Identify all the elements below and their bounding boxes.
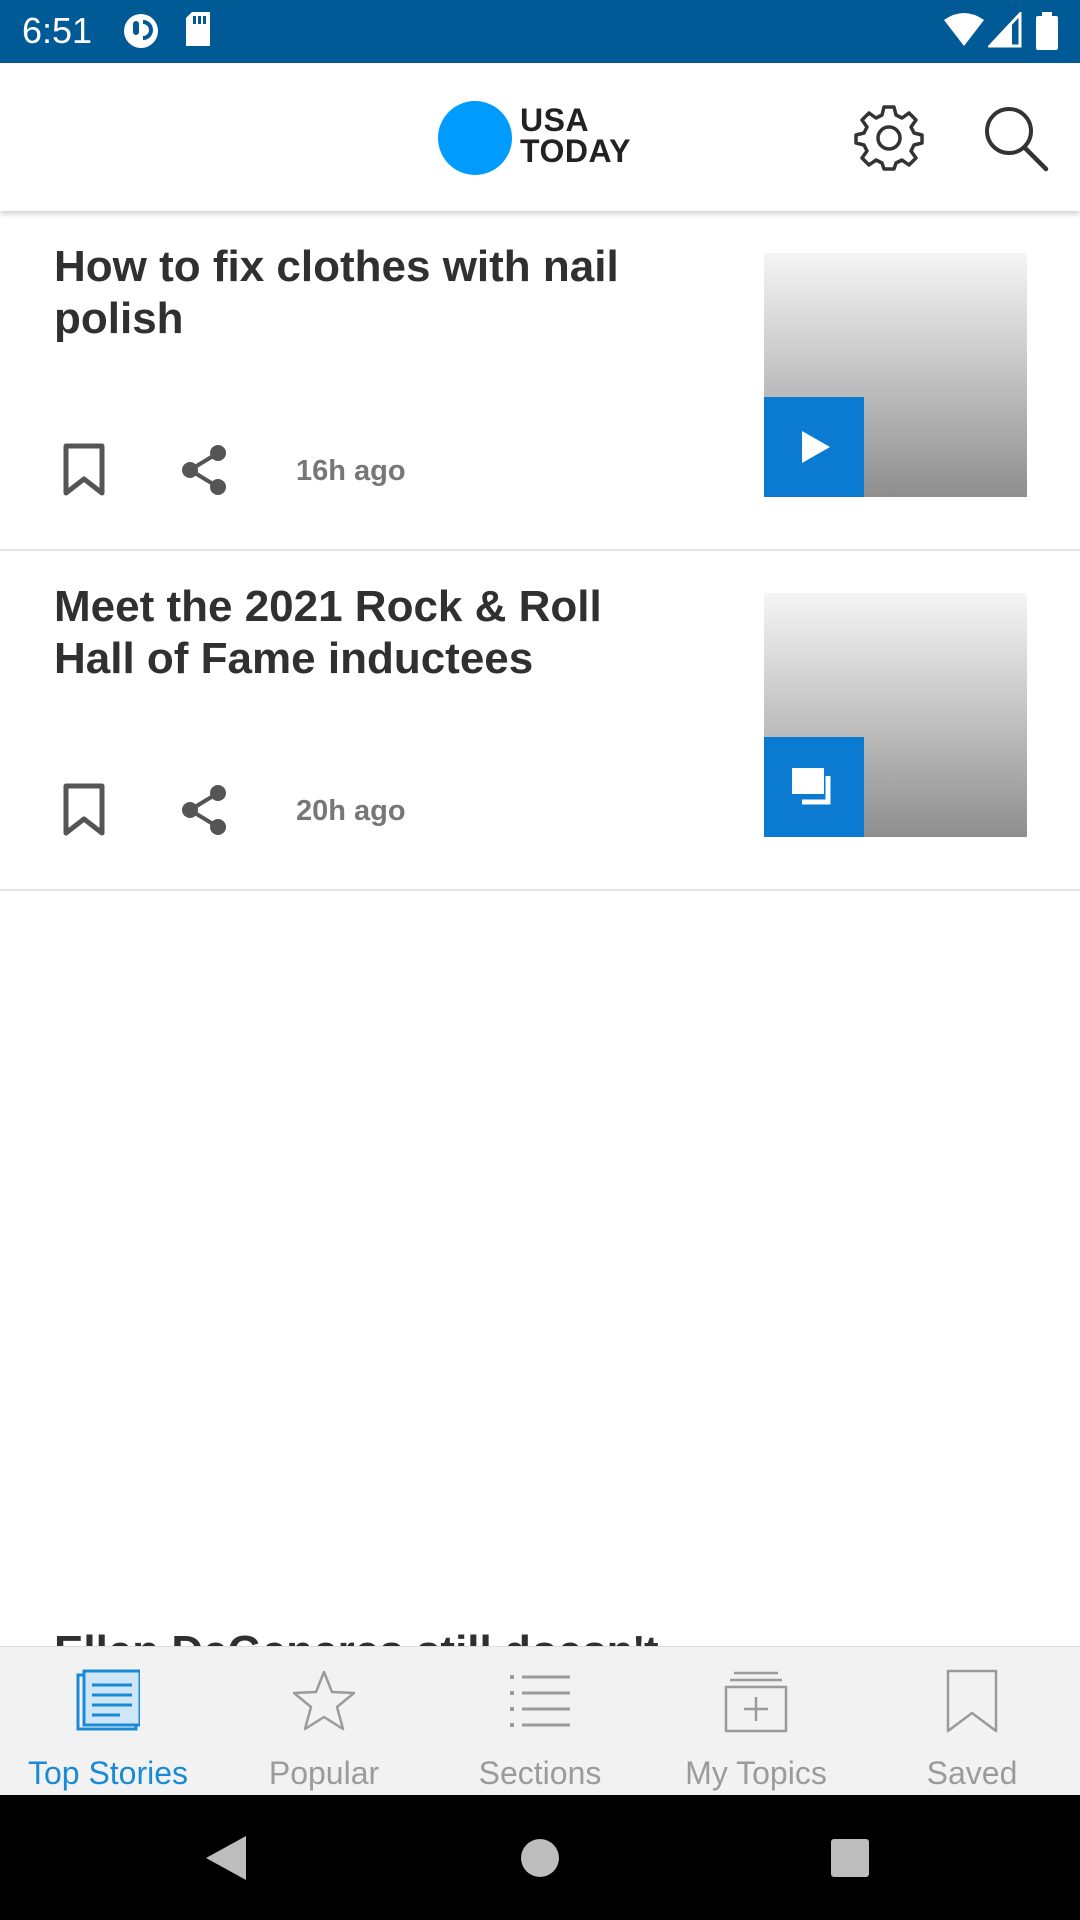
story-thumbnail[interactable] xyxy=(764,593,1027,837)
gallery-badge xyxy=(764,737,864,837)
nav-label: Top Stories xyxy=(27,1755,189,1791)
star-icon xyxy=(292,1670,356,1731)
wifi-icon xyxy=(944,13,984,46)
play-icon xyxy=(802,431,830,463)
sd-card-icon xyxy=(186,12,210,46)
story-headline[interactable]: Meet the 2021 Rock & Roll Hall of Fame i… xyxy=(54,581,694,685)
notification-app-icon xyxy=(124,14,158,48)
nav-popular[interactable]: Popular xyxy=(216,1647,432,1795)
logo-text: USA TODAY xyxy=(520,102,631,169)
newspaper-icon xyxy=(76,1669,140,1731)
list-icon xyxy=(510,1675,570,1727)
topics-icon xyxy=(724,1671,788,1733)
recents-icon[interactable] xyxy=(822,1830,878,1886)
bookmark-icon[interactable] xyxy=(62,443,106,497)
nav-label: My Topics xyxy=(685,1755,827,1791)
logo-line-1: USA xyxy=(520,102,590,138)
logo-line-2: TODAY xyxy=(520,133,631,169)
logo-dot xyxy=(438,101,512,175)
story-thumbnail[interactable] xyxy=(764,253,1027,497)
story-timestamp: 20h ago xyxy=(296,795,406,827)
system-navigation-bar xyxy=(0,1794,1080,1920)
signal-icon xyxy=(988,12,1022,48)
nav-label: Popular xyxy=(268,1755,380,1791)
bottom-navigation: Top Stories Popular Sections My Topics S… xyxy=(0,1646,1080,1795)
share-icon[interactable] xyxy=(178,783,230,837)
story-timestamp: 16h ago xyxy=(296,455,406,487)
nav-label: Sections xyxy=(478,1755,602,1791)
app-header: USA TODAY xyxy=(0,63,1080,211)
back-icon[interactable] xyxy=(198,1830,254,1886)
status-bar: 6:51 xyxy=(0,0,1080,63)
nav-label: Saved xyxy=(926,1755,1018,1791)
story-actions: 16h ago xyxy=(54,437,454,497)
bookmark-icon[interactable] xyxy=(62,783,106,837)
gear-icon[interactable] xyxy=(854,103,924,173)
nav-my-topics[interactable]: My Topics xyxy=(648,1647,864,1795)
gallery-icon xyxy=(792,768,831,805)
battery-icon xyxy=(1036,12,1058,50)
share-icon[interactable] xyxy=(178,443,230,497)
story-item[interactable]: Meet the 2021 Rock & Roll Hall of Fame i… xyxy=(0,551,1080,891)
video-badge xyxy=(764,397,864,497)
search-icon[interactable] xyxy=(980,103,1050,173)
story-headline[interactable]: How to fix clothes with nail polish xyxy=(54,241,694,345)
home-icon[interactable] xyxy=(512,1830,568,1886)
nav-top-stories[interactable]: Top Stories xyxy=(0,1647,216,1795)
story-item[interactable]: How to fix clothes with nail polish 16h … xyxy=(0,211,1080,551)
status-time: 6:51 xyxy=(22,10,93,51)
story-actions: 20h ago xyxy=(54,777,454,837)
usa-today-logo: USA TODAY xyxy=(438,99,658,175)
nav-sections[interactable]: Sections xyxy=(432,1647,648,1795)
nav-saved[interactable]: Saved xyxy=(864,1647,1080,1795)
partial-story-headline-text[interactable]: Ellen DeGeneres still doesn't xyxy=(54,1626,754,1648)
partial-story-headline[interactable]: Ellen DeGeneres still doesn't xyxy=(54,1618,754,1648)
bookmark-icon xyxy=(946,1669,998,1733)
